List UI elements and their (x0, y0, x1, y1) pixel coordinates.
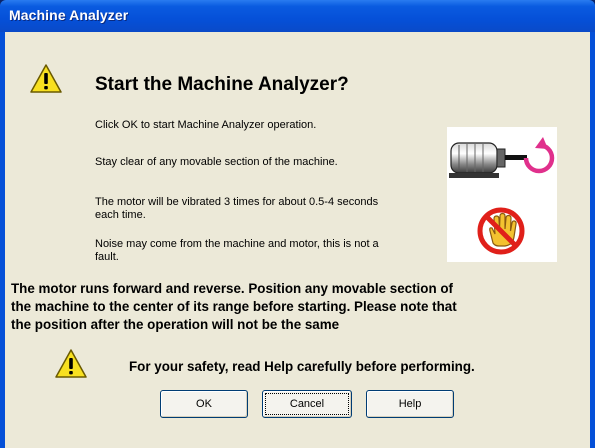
no-touch-hand-icon (477, 207, 525, 255)
safety-note: For your safety, read Help carefully bef… (129, 359, 475, 374)
message-line-noise: Noise may come from the machine and moto… (95, 238, 379, 250)
reverse-warning-line: The motor runs forward and reverse. Posi… (11, 281, 453, 296)
cancel-button[interactable]: Cancel (262, 390, 352, 418)
message-line-vibrate-cont: each time. (95, 209, 146, 221)
message-line-vibrate: The motor will be vibrated 3 times for a… (95, 196, 379, 208)
warning-icon (55, 349, 87, 378)
message-line-start: Click OK to start Machine Analyzer opera… (95, 119, 317, 131)
dialog-heading: Start the Machine Analyzer? (95, 74, 349, 95)
window-frame-right (590, 32, 595, 448)
help-button[interactable]: Help (366, 390, 454, 418)
message-line-noise-cont: fault. (95, 251, 119, 263)
title-bar[interactable]: Machine Analyzer (0, 0, 595, 32)
pictogram-panel (447, 127, 557, 262)
dialog-window: Machine Analyzer Start the Machine Analy… (0, 0, 595, 448)
message-line-clear: Stay clear of any movable section of the… (95, 156, 338, 168)
reverse-warning-line: the position after the operation will no… (11, 317, 340, 332)
window-title: Machine Analyzer (9, 7, 129, 23)
reverse-warning-text: The motor runs forward and reverse. Posi… (11, 280, 589, 334)
warning-icon (30, 64, 62, 93)
ok-button[interactable]: OK (160, 390, 248, 418)
reverse-warning-line: the machine to the center of its range b… (11, 299, 457, 314)
